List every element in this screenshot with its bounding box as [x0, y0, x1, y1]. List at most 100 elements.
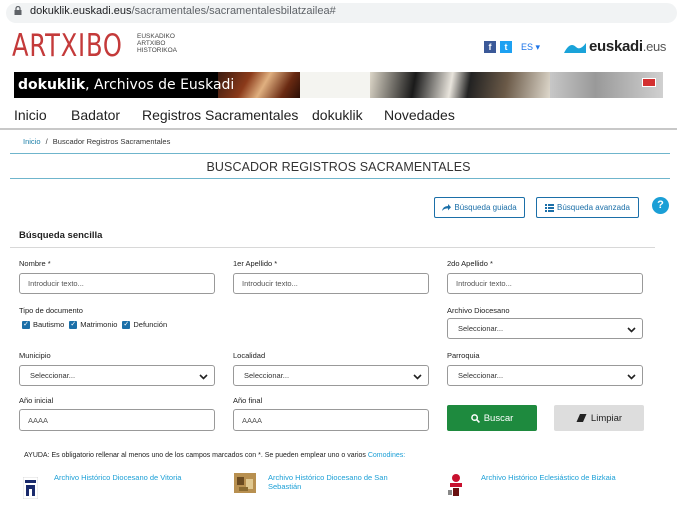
breadcrumb-current: Buscador Registros Sacramentales — [52, 137, 171, 146]
chevron-down-icon — [627, 374, 636, 380]
municipio-selected: Seleccionar... — [30, 371, 76, 380]
clear-button-label: Limpiar — [590, 412, 623, 424]
section-divider — [10, 247, 655, 248]
localidad-selected: Seleccionar... — [244, 371, 290, 380]
anio-inicial-label: Año inicial — [19, 396, 54, 405]
breadcrumb-separator: / — [45, 137, 48, 146]
apellido2-placeholder: Introducir texto... — [456, 279, 512, 288]
san-sebastian-archive-logo — [234, 473, 256, 493]
banner-image — [370, 72, 550, 98]
banner-title-rest: , Archivos de Euskadi — [85, 77, 235, 93]
banner-image — [300, 72, 370, 98]
eraser-icon — [576, 414, 587, 422]
defuncion-checkbox[interactable]: ✓ — [122, 320, 131, 329]
advanced-search-button[interactable]: Búsqueda avanzada — [536, 197, 639, 218]
twitter-icon[interactable]: t — [500, 41, 512, 53]
section-title: Búsqueda sencilla — [19, 230, 103, 241]
tipo-documento-label: Tipo de documento — [19, 306, 83, 315]
archivo-select[interactable]: Seleccionar... — [447, 318, 643, 339]
page-title: BUSCADOR REGISTROS SACRAMENTALES — [206, 160, 471, 174]
euskadi-wave-icon — [564, 42, 586, 53]
help-button[interactable]: ? — [652, 197, 669, 214]
chevron-down-icon — [627, 327, 636, 333]
apellido1-placeholder: Introducir texto... — [242, 279, 298, 288]
main-nav: Inicio Badator Registros Sacramentales d… — [0, 103, 677, 130]
language-label: ES — [521, 42, 534, 52]
breadcrumb: Inicio / Buscador Registros Sacramentale… — [23, 137, 170, 146]
euskadi-suffix: .eus — [642, 39, 667, 54]
archive-link-san-sebastian[interactable]: Archivo Histórico Diocesano de San Sebas… — [268, 473, 388, 491]
archivo-selected: Seleccionar... — [458, 324, 504, 333]
anio-inicial-input[interactable]: AAAA — [19, 409, 215, 431]
title-divider — [10, 178, 670, 179]
nav-item-inicio[interactable]: Inicio — [14, 107, 47, 123]
municipio-label: Municipio — [19, 351, 51, 360]
parroquia-select[interactable]: Seleccionar... — [447, 365, 643, 386]
help-text: AYUDA: Es obligatorio rellenar al menos … — [24, 452, 405, 459]
localidad-label: Localidad — [233, 351, 266, 360]
archive-name-line: Sebastián — [268, 482, 302, 491]
parroquia-label: Parroquia — [447, 351, 480, 360]
share-arrow-icon — [442, 204, 452, 211]
nav-item-dokuklik[interactable]: dokuklik — [312, 107, 363, 123]
search-button[interactable]: Buscar — [447, 405, 537, 431]
breadcrumb-home[interactable]: Inicio — [23, 137, 41, 146]
anio-final-input[interactable]: AAAA — [233, 409, 429, 431]
url-path: /sacramentales/sacramentalesbilatzailea# — [131, 5, 336, 17]
nombre-placeholder: Introducir texto... — [28, 279, 84, 288]
nav-item-badator[interactable]: Badator — [71, 107, 120, 123]
archive-link-bizkaia[interactable]: Archivo Histórico Eclesiástico de Bizkai… — [481, 473, 616, 482]
banner-title-bold: dokuklik — [18, 77, 86, 93]
facebook-icon[interactable]: f — [484, 41, 496, 53]
document-type-checkboxes: ✓ Bautismo ✓ Matrimonio ✓ Defunción — [22, 320, 167, 329]
defuncion-label: Defunción — [133, 320, 168, 329]
url-host: dokuklik.euskadi.eus — [30, 5, 132, 17]
search-button-label: Buscar — [483, 412, 514, 424]
browser-url-bar[interactable]: dokuklik.euskadi.eus/sacramentales/sacra… — [0, 0, 677, 26]
logo-sub-line: HISTORIKOA — [137, 47, 177, 54]
language-selector[interactable]: ES ▾ — [521, 42, 540, 53]
search-icon — [470, 413, 480, 423]
url-text[interactable]: dokuklik.euskadi.eus/sacramentales/sacra… — [30, 5, 336, 17]
nav-item-novedades[interactable]: Novedades — [384, 107, 455, 123]
nombre-label: Nombre * — [19, 259, 51, 268]
lock-icon — [14, 6, 22, 15]
vitoria-archive-logo — [23, 477, 38, 499]
euskadi-wordmark: euskadi.eus — [589, 38, 666, 55]
matrimonio-label: Matrimonio — [80, 320, 118, 329]
archive-link-vitoria[interactable]: Archivo Histórico Diocesano de Vitoria — [54, 473, 181, 482]
bautismo-checkbox[interactable]: ✓ — [22, 320, 30, 329]
anio-final-label: Año final — [233, 396, 263, 405]
banner-title: dokuklik, Archivos de Euskadi — [18, 77, 234, 93]
parroquia-selected: Seleccionar... — [458, 371, 504, 380]
nombre-input[interactable]: Introducir texto... — [19, 273, 215, 294]
euskadi-logo[interactable]: euskadi.eus — [564, 38, 666, 55]
help-text-body: AYUDA: Es obligatorio rellenar al menos … — [24, 452, 366, 459]
flag-icon — [642, 78, 656, 87]
nav-item-registros[interactable]: Registros Sacramentales — [142, 107, 298, 123]
apellido1-label: 1er Apellido * — [233, 259, 278, 268]
clear-button[interactable]: Limpiar — [554, 405, 644, 431]
logo-sub-line: EUSKADIKO — [137, 33, 175, 40]
municipio-select[interactable]: Seleccionar... — [19, 365, 215, 386]
chevron-down-icon — [199, 374, 208, 380]
logo-subtitle: EUSKADIKO ARTXIBO HISTORIKOA — [137, 33, 177, 54]
advanced-search-label: Búsqueda avanzada — [557, 203, 630, 212]
apellido2-label: 2do Apellido * — [447, 259, 493, 268]
localidad-select[interactable]: Seleccionar... — [233, 365, 429, 386]
artxibo-logo[interactable]: ARTXIBO — [12, 30, 123, 62]
guided-search-label: Búsqueda guiada — [454, 203, 517, 212]
nav-divider — [0, 128, 677, 130]
bautismo-label: Bautismo — [33, 320, 65, 329]
social-links: f t — [484, 41, 512, 53]
apellido1-input[interactable]: Introducir texto... — [233, 273, 429, 294]
euskadi-brand: euskadi — [589, 38, 643, 55]
comodines-link[interactable]: Comodines: — [368, 452, 405, 459]
chevron-down-icon — [413, 374, 422, 380]
guided-search-button[interactable]: Búsqueda guiada — [434, 197, 525, 218]
list-icon — [545, 203, 555, 212]
apellido2-input[interactable]: Introducir texto... — [447, 273, 643, 294]
caret-down-icon: ▾ — [535, 42, 541, 52]
anio-inicial-placeholder: AAAA — [28, 415, 49, 425]
matrimonio-checkbox[interactable]: ✓ — [69, 320, 78, 329]
